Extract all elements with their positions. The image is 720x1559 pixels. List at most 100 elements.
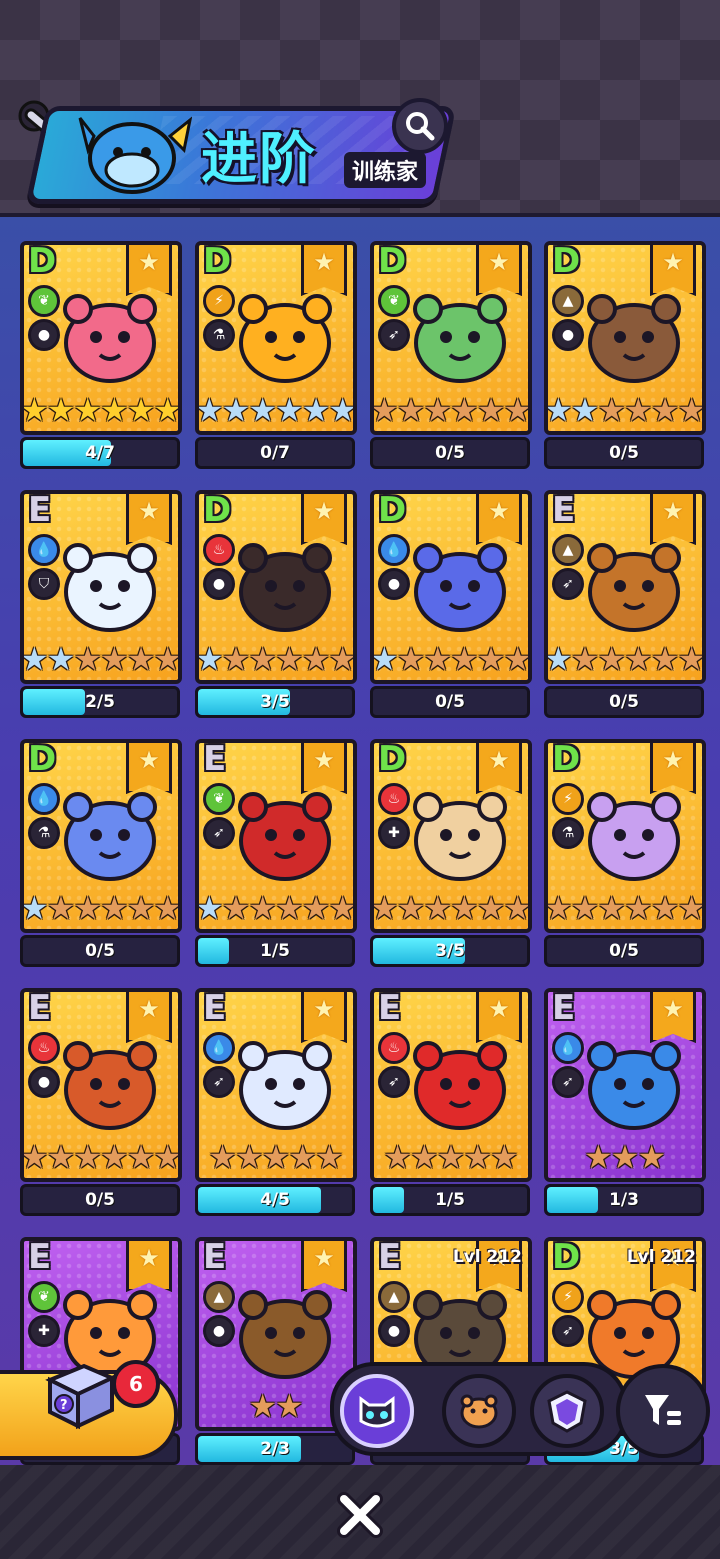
bronze-star-icon: ★: [677, 391, 706, 429]
creature-card[interactable]: D ★ 💧 ● ★ ★ ★ ★ ★ ★: [370, 490, 532, 684]
star-icon: ★: [313, 995, 335, 1023]
rank-label: D: [552, 739, 581, 779]
silver-star-icon: ★: [20, 889, 49, 927]
creature-card[interactable]: D ★ ▲ ● ★ ★ ★ ★ ★ ★: [544, 241, 706, 435]
silver-star-icon: ★: [328, 391, 357, 429]
creature-portrait: [238, 1041, 332, 1130]
search-button[interactable]: [392, 98, 448, 154]
filter-button[interactable]: [616, 1364, 710, 1458]
star-icon: ★: [313, 1244, 335, 1272]
star-icon: ★: [488, 497, 510, 525]
star-icon: ★: [313, 248, 335, 276]
progress-label: 1/3: [609, 1190, 639, 1210]
progress-label: 4/5: [260, 1190, 290, 1210]
grass-element-icon: ❦: [203, 783, 235, 815]
bronze-star-icon: ★: [637, 1138, 667, 1176]
progress-label: 0/5: [609, 443, 639, 463]
card-slot[interactable]: D ★ ❦ ● ★ ★ ★ ★ ★ ★ 4/7: [20, 227, 182, 469]
creature-card[interactable]: D ★ ♨ ✚ ★ ★ ★ ★ ★ ★: [370, 739, 532, 933]
creature-card[interactable]: E ★ 💧 ⛉ ★ ★ ★ ★ ★ ★: [20, 490, 182, 684]
card-slot[interactable]: D ★ ⚡ ⚗ ★ ★ ★ ★ ★ ★ 0/7: [195, 227, 357, 469]
gold-star-icon: ★: [153, 391, 182, 429]
bronze-star-icon: ★: [301, 640, 331, 678]
bronze-star-icon: ★: [301, 889, 331, 927]
progress-label: 0/5: [435, 692, 465, 712]
bronze-star-icon: ★: [650, 640, 680, 678]
bronze-star-icon: ★: [476, 640, 506, 678]
bronze-star-icon: ★: [328, 640, 357, 678]
shard-progress-bar: 3/5: [195, 686, 355, 718]
grass-element-icon: ❦: [378, 285, 410, 317]
level-label: Lvl 212: [452, 1247, 522, 1267]
creature-card[interactable]: E ★ ♨ ➶ ★ ★ ★ ★ ★: [370, 988, 532, 1182]
creature-card[interactable]: E ★ 💧 ➶ ★ ★ ★: [544, 988, 706, 1182]
header-banner: 进阶 训练家: [16, 98, 457, 204]
card-slot[interactable]: E ★ ▲ ● ★ ★ 2/3: [195, 1223, 357, 1465]
creature-card[interactable]: D ★ ⚡ ⚗ ★ ★ ★ ★ ★ ★: [195, 241, 357, 435]
bronze-star-icon: ★: [370, 391, 399, 429]
star-icon: ★: [138, 248, 160, 276]
card-slot[interactable]: E ★ ❦ ➶ ★ ★ ★ ★ ★ ★ 1/5: [195, 725, 357, 967]
creature-card[interactable]: D ★ ♨ ● ★ ★ ★ ★ ★ ★: [195, 490, 357, 684]
creature-card[interactable]: E ★ ▲ ➶ ★ ★ ★ ★ ★ ★: [544, 490, 706, 684]
bronze-star-icon: ★: [126, 889, 156, 927]
mystery-box-icon[interactable]: ?: [40, 1352, 120, 1432]
card-slot[interactable]: D ★ 💧 ⚗ ★ ★ ★ ★ ★ ★ 0/5: [20, 725, 182, 967]
bronze-star-icon: ★: [597, 640, 626, 678]
creature-card[interactable]: D ★ ⚡ ⚗ ★ ★ ★ ★ ★ ★: [544, 739, 706, 933]
tab-trainers[interactable]: [340, 1374, 414, 1448]
progress-label: 1/5: [435, 1190, 465, 1210]
shield-role-icon: ⛉: [28, 568, 60, 600]
creature-card[interactable]: E ★ ♨ ● ★ ★ ★ ★ ★ ★: [20, 988, 182, 1182]
silver-star-icon: ★: [195, 391, 224, 429]
bronze-star-icon: ★: [221, 889, 251, 927]
creature-card[interactable]: D ★ ❦ ➶ ★ ★ ★ ★ ★ ★: [370, 241, 532, 435]
card-slot[interactable]: D ★ ♨ ● ★ ★ ★ ★ ★ ★ 3/5: [195, 476, 357, 718]
creature-card[interactable]: D ★ 💧 ⚗ ★ ★ ★ ★ ★ ★: [20, 739, 182, 933]
creature-portrait: [238, 294, 332, 383]
card-slot[interactable]: D ★ ▲ ● ★ ★ ★ ★ ★ ★ 0/5: [544, 227, 706, 469]
card-slot[interactable]: D ★ ♨ ✚ ★ ★ ★ ★ ★ ★ 3/5: [370, 725, 532, 967]
bronze-star-icon: ★: [328, 889, 357, 927]
card-slot[interactable]: E ★ ▲ ➶ ★ ★ ★ ★ ★ ★ 0/5: [544, 476, 706, 718]
star-icon: ★: [138, 995, 160, 1023]
star-icon: ★: [488, 746, 510, 774]
creature-card[interactable]: E ★ ❦ ➶ ★ ★ ★ ★ ★ ★: [195, 739, 357, 933]
bronze-star-icon: ★: [153, 889, 182, 927]
silver-star-icon: ★: [248, 391, 277, 429]
creature-card[interactable]: D ★ ❦ ● ★ ★ ★ ★ ★ ★: [20, 241, 182, 435]
bronze-star-icon: ★: [46, 1138, 76, 1176]
card-slot[interactable]: D ★ ❦ ➶ ★ ★ ★ ★ ★ ★ 0/5: [370, 227, 532, 469]
bronze-star-icon: ★: [503, 640, 532, 678]
earth-element-icon: ▲: [552, 534, 584, 566]
bronze-star-icon: ★: [315, 1138, 344, 1176]
close-button[interactable]: [330, 1485, 390, 1545]
filter-icon: [645, 1395, 681, 1425]
creature-portrait: [63, 543, 157, 632]
card-slot[interactable]: E ★ 💧 ⛉ ★ ★ ★ ★ ★ ★ 2/5: [20, 476, 182, 718]
card-slot[interactable]: D ★ ⚡ ⚗ ★ ★ ★ ★ ★ ★ 0/5: [544, 725, 706, 967]
fire-element-icon: ♨: [203, 534, 235, 566]
bronze-star-icon: ★: [476, 889, 506, 927]
star-icon: ★: [662, 995, 684, 1023]
bronze-star-icon: ★: [490, 1138, 519, 1176]
star-rating: ★ ★ ★: [548, 1140, 702, 1174]
card-slot[interactable]: E ★ ♨ ● ★ ★ ★ ★ ★ ★ 0/5: [20, 974, 182, 1216]
bronze-star-icon: ★: [463, 1138, 493, 1176]
bronze-star-icon: ★: [126, 1138, 156, 1176]
silver-star-icon: ★: [370, 640, 399, 678]
bronze-star-icon: ★: [100, 1138, 129, 1176]
tab-pets[interactable]: [442, 1374, 516, 1448]
card-slot[interactable]: E ★ 💧 ➶ ★ ★ ★ 1/3: [544, 974, 706, 1216]
star-rating: ★ ★ ★ ★ ★ ★: [24, 642, 178, 676]
tab-guardians[interactable]: [530, 1374, 604, 1448]
bronze-star-icon: ★: [396, 889, 426, 927]
card-slot[interactable]: E ★ ♨ ➶ ★ ★ ★ ★ ★ 1/5: [370, 974, 532, 1216]
run-role-icon: ➶: [378, 1066, 410, 1098]
card-slot[interactable]: E ★ 💧 ➶ ★ ★ ★ ★ ★ 4/5: [195, 974, 357, 1216]
flask-role-icon: ⚗: [552, 817, 584, 849]
card-slot[interactable]: D ★ 💧 ● ★ ★ ★ ★ ★ ★ 0/5: [370, 476, 532, 718]
creature-card[interactable]: E ★ 💧 ➶ ★ ★ ★ ★ ★: [195, 988, 357, 1182]
mascot-icon: [78, 116, 192, 194]
progress-label: 0/5: [609, 692, 639, 712]
